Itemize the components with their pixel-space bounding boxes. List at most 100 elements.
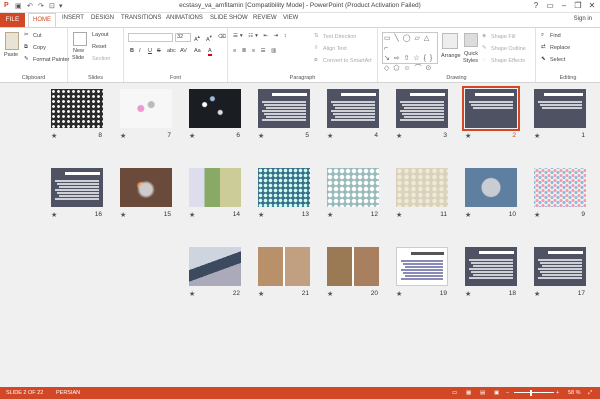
transition-star-icon[interactable]: ★ [120,132,126,140]
italic-button[interactable]: I [139,48,141,54]
section-button[interactable]: Section [92,56,110,62]
normal-view-icon[interactable]: ▭ [452,390,457,396]
sign-in-link[interactable]: Sign in [574,16,592,22]
underline-button[interactable]: U [148,48,152,54]
new-slide-icon[interactable] [73,32,87,46]
slide-thumbnail[interactable] [51,89,103,128]
slide-thumbnail[interactable] [465,168,517,207]
transition-star-icon[interactable]: ★ [51,132,57,140]
slide-thumbnail[interactable] [189,247,241,286]
slide-thumbnail[interactable] [396,168,448,207]
slide-thumbnail[interactable] [51,168,103,207]
help-button[interactable]: ? [530,1,542,10]
paste-icon[interactable] [5,32,19,50]
transition-star-icon[interactable]: ★ [534,290,540,298]
slide-thumbnail[interactable] [258,247,310,286]
shrink-font-icon[interactable]: A▾ [206,34,212,43]
language-indicator[interactable]: PERSIAN [56,390,80,396]
slide-thumbnail[interactable] [120,89,172,128]
transition-star-icon[interactable]: ★ [327,211,333,219]
reading-view-icon[interactable]: ▤ [480,390,485,396]
paste-button[interactable]: Paste [4,52,18,58]
transition-star-icon[interactable]: ★ [189,290,195,298]
quick-styles-label[interactable]: Quick [464,51,478,57]
shape-outline-button[interactable]: ✎ Shape Outline [482,45,526,52]
fit-to-window-icon[interactable]: ⤢ [588,390,592,397]
cut-button[interactable]: ✂ Cut [24,32,42,39]
transition-star-icon[interactable]: ★ [465,290,471,298]
align-icons[interactable]: ≡ ≣ ≡ ☰ ▥ [233,48,278,54]
clear-formatting-icon[interactable]: ⌫ [218,34,226,40]
zoom-level[interactable]: 58 % [568,390,581,396]
zoom-slider-thumb[interactable] [530,390,532,396]
convert-smartart-button[interactable]: ⧈ Convert to SmartArt [314,57,372,64]
change-case-button[interactable]: Aa [194,48,201,54]
shape-effects-button[interactable]: ◌ Shape Effects [482,57,525,64]
zoom-in-icon[interactable]: + [556,390,559,396]
slide-sorter-view-icon[interactable]: ▦ [466,390,471,396]
tab-design[interactable]: DESIGN [91,15,114,21]
slide-thumbnail[interactable] [327,168,379,207]
quick-styles-label2[interactable]: Styles [463,58,478,64]
tab-review[interactable]: REVIEW [253,15,277,21]
bullets-icon[interactable]: ☰▾ ☷▾ ⇤ ⇥ ↕ [233,33,288,39]
arrange-icon[interactable] [442,33,458,49]
new-slide-label2[interactable]: Slide [72,55,84,61]
tab-home[interactable]: HOME [28,13,56,27]
transition-star-icon[interactable]: ★ [465,211,471,219]
close-button[interactable]: ✕ [586,1,598,10]
transition-star-icon[interactable]: ★ [258,132,264,140]
tab-animations[interactable]: ANIMATIONS [166,15,203,21]
format-painter-button[interactable]: ✎ Format Painter [24,56,69,63]
font-color-button[interactable]: A [208,48,212,56]
slide-thumbnail[interactable] [327,247,379,286]
minimize-button[interactable]: – [558,1,570,10]
text-direction-button[interactable]: ⇅ Text Direction [314,33,356,40]
slide-thumbnail[interactable] [189,89,241,128]
slide-thumbnail[interactable] [534,247,586,286]
transition-star-icon[interactable]: ★ [327,132,333,140]
slideshow-view-icon[interactable]: ▣ [494,390,499,396]
quick-styles-icon[interactable] [464,33,478,47]
tab-file[interactable]: FILE [0,13,25,27]
zoom-out-icon[interactable]: – [506,390,509,396]
slide-thumbnail[interactable] [327,89,379,128]
transition-star-icon[interactable]: ★ [396,132,402,140]
slide-thumbnail[interactable] [534,168,586,207]
select-button[interactable]: ⬉ Select [541,56,565,63]
transition-star-icon[interactable]: ★ [51,211,57,219]
text-shadow-button[interactable]: abc [167,48,176,54]
transition-star-icon[interactable]: ★ [189,132,195,140]
bold-button[interactable]: B [130,48,134,54]
new-slide-label[interactable]: New [73,48,84,54]
slide-thumbnail[interactable] [258,89,310,128]
align-text-button[interactable]: ⇳ Align Text [314,45,347,52]
tab-view[interactable]: VIEW [283,15,298,21]
replace-button[interactable]: ⇄ Replace [541,44,570,51]
tab-transitions[interactable]: TRANSITIONS [121,15,161,21]
zoom-slider[interactable] [514,392,554,393]
ribbon-options-icon[interactable]: ▭ [544,1,556,10]
copy-button[interactable]: ⧉ Copy [24,44,46,51]
transition-star-icon[interactable]: ★ [396,211,402,219]
transition-star-icon[interactable]: ★ [327,290,333,298]
shapes-gallery[interactable]: ▭ ╲ ◯ ▱ △ ⌐ ↘ ⇨ ⇧ ☆ { } ◇ ⬠ ☺ ⌒ ⊙ [382,32,438,72]
font-name-dropdown[interactable] [128,33,173,42]
slide-thumbnail[interactable] [465,247,517,286]
slide-thumbnail[interactable] [396,89,448,128]
transition-star-icon[interactable]: ★ [534,211,540,219]
slide-thumbnail[interactable] [189,168,241,207]
reset-button[interactable]: Reset [92,44,106,50]
arrange-button[interactable]: Arrange [441,53,461,59]
grow-font-icon[interactable]: A▴ [194,34,200,43]
strikethrough-button[interactable]: S [157,48,161,54]
transition-star-icon[interactable]: ★ [120,211,126,219]
transition-star-icon[interactable]: ★ [189,211,195,219]
character-spacing-button[interactable]: AV [180,48,187,54]
transition-star-icon[interactable]: ★ [465,132,471,140]
slide-thumbnail[interactable] [462,86,520,131]
slide-thumbnail[interactable] [396,247,448,286]
transition-star-icon[interactable]: ★ [534,132,540,140]
tab-slide-show[interactable]: SLIDE SHOW [210,15,248,21]
tab-insert[interactable]: INSERT [62,15,84,21]
